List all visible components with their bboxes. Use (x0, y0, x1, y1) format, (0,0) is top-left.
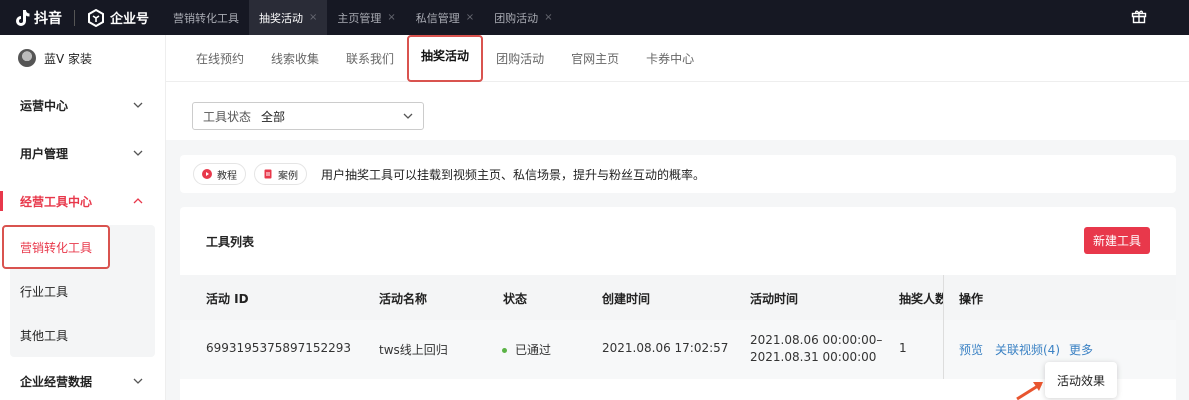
column-header: 操作 (959, 292, 984, 306)
app-name: 抖音 (34, 10, 62, 27)
top-tab-label: 抽奖活动 (259, 11, 304, 25)
more-link[interactable]: 更多 (1069, 341, 1093, 358)
chevron-up-icon (133, 198, 143, 204)
case-label: 案例 (278, 170, 298, 182)
tab-online-booking[interactable]: 在线预约 (196, 50, 244, 67)
status-dot-icon (502, 348, 507, 353)
card-title: 工具列表 (206, 235, 255, 249)
tab-lottery[interactable]: 抽奖活动 (407, 34, 484, 82)
popover-item-activity-effect[interactable]: 活动效果 (1057, 372, 1105, 389)
activity-time-start: 2021.08.06 00:00:00– (750, 333, 883, 347)
user-name: 蓝V 家装 (44, 51, 93, 66)
brand-separator (74, 9, 75, 26)
activity-id: 6993195375897152293 (206, 341, 352, 355)
column-header: 活动时间 (750, 292, 799, 306)
select-value: 全部 (261, 109, 286, 124)
sub-nav: 在线预约 线索收集 联系我们 抽奖活动 团购活动 官网主页 卡券中心 (166, 34, 1189, 82)
tool-list-card: 工具列表 新建工具 活动 ID 活动名称 状态 创建时间 活动时间 抽奖人数 操… (180, 207, 1176, 400)
activity-name: tws线上回归 (379, 343, 448, 357)
tab-official-site[interactable]: 官网主页 (571, 50, 619, 67)
sidebar-item-operations[interactable]: 运营中心 (0, 81, 165, 129)
brand[interactable]: 抖音 企业号 (0, 0, 149, 35)
top-tab-label: 团购活动 (494, 11, 539, 25)
tab-contact-us[interactable]: 联系我们 (346, 50, 394, 67)
chevron-down-icon (133, 102, 143, 108)
column-header: 活动名称 (379, 292, 428, 306)
document-icon (264, 169, 272, 179)
column-header: 创建时间 (602, 292, 651, 306)
top-tab-marketing[interactable]: 营销转化工具 (163, 0, 249, 35)
activity-time-end: 2021.08.31 00:00:00 (750, 350, 877, 364)
link-video-link[interactable]: 关联视频(4) (995, 341, 1060, 358)
close-icon[interactable]: × (309, 12, 317, 23)
sidebar-item-users[interactable]: 用户管理 (0, 129, 165, 177)
avatar (18, 49, 36, 67)
new-tool-button[interactable]: 新建工具 (1084, 227, 1150, 254)
tab-coupon-center[interactable]: 卡券中心 (646, 50, 694, 67)
tab-lead-collection[interactable]: 线索收集 (271, 50, 319, 67)
sidebar-item-business-data[interactable]: 企业经营数据 (0, 357, 165, 400)
filter-bar: 工具状态 全部 (166, 82, 1189, 140)
top-tab-groupbuy[interactable]: 团购活动 × (484, 0, 562, 35)
column-header: 抽奖人数 (899, 292, 943, 306)
preview-link[interactable]: 预览 (959, 341, 983, 358)
sidebar-item-business-tools[interactable]: 经营工具中心 (0, 177, 165, 225)
chevron-down-icon (133, 150, 143, 156)
sidebar-subitem-marketing-tools[interactable]: 营销转化工具 (2, 225, 110, 269)
top-bar: 抖音 企业号 营销转化工具 抽奖活动 × 主页管理 × 私信管理 × 团购活动 … (0, 0, 1189, 35)
top-tab-label: 主页管理 (337, 11, 382, 25)
play-icon (202, 169, 212, 179)
status-badge: 已通过 (502, 341, 551, 358)
gift-icon[interactable] (1131, 8, 1147, 24)
info-bar: 教程 案例 用户抽奖工具可以挂载到视频主页、私信场景，提升与粉丝互动的概率。 (180, 155, 1176, 193)
lottery-count: 1 (899, 341, 907, 355)
sidebar-item-label: 用户管理 (20, 146, 69, 161)
top-tab-homepage[interactable]: 主页管理 × (327, 0, 405, 35)
top-tab-label: 私信管理 (415, 11, 460, 25)
status-text: 已通过 (515, 343, 552, 357)
close-icon[interactable]: × (466, 12, 474, 23)
close-icon[interactable]: × (387, 12, 395, 23)
select-label: 工具状态 (203, 109, 252, 124)
chevron-down-icon (403, 113, 413, 119)
created-time: 2021.08.06 17:02:57 (602, 341, 729, 355)
info-text: 用户抽奖工具可以挂载到视频主页、私信场景，提升与粉丝互动的概率。 (321, 167, 706, 182)
enterprise-label: 企业号 (110, 12, 150, 27)
top-tab-lottery[interactable]: 抽奖活动 × (249, 0, 328, 35)
sidebar-submenu: 营销转化工具 行业工具 其他工具 (2, 225, 155, 357)
douyin-logo-icon (16, 9, 30, 26)
top-tab-messages[interactable]: 私信管理 × (406, 0, 484, 35)
tab-group-buy[interactable]: 团购活动 (496, 50, 544, 67)
tutorial-label: 教程 (217, 170, 237, 182)
tutorial-button[interactable]: 教程 (193, 163, 246, 185)
sidebar-item-label: 经营工具中心 (20, 194, 93, 209)
column-header: 状态 (503, 292, 528, 306)
enterprise-logo-icon (88, 8, 104, 27)
sidebar-subitem-other-tools[interactable]: 其他工具 (10, 313, 155, 357)
table-header: 活动 ID 活动名称 状态 创建时间 活动时间 抽奖人数 操作 (180, 275, 1176, 320)
sidebar: 蓝V 家装 运营中心 用户管理 经营工具中心 营销转化工具 行业工具 其他工具 … (0, 35, 166, 400)
annotation-arrow-icon (1016, 382, 1043, 400)
column-header: 活动 ID (206, 292, 249, 306)
sidebar-item-label: 运营中心 (20, 98, 69, 113)
case-button[interactable]: 案例 (254, 163, 307, 185)
top-tab-label: 营销转化工具 (173, 11, 240, 25)
tool-status-select[interactable]: 工具状态 全部 (192, 102, 424, 130)
table-row: 6993195375897152293 tws线上回归 已通过 2021.08.… (180, 320, 1176, 379)
chevron-down-icon (133, 378, 143, 384)
sidebar-item-label: 企业经营数据 (20, 374, 93, 389)
close-icon[interactable]: × (544, 12, 552, 23)
sidebar-subitem-industry-tools[interactable]: 行业工具 (10, 269, 155, 313)
fixed-column-divider (943, 275, 944, 379)
more-popover: 活动效果 (1045, 362, 1117, 398)
top-tabs: 营销转化工具 抽奖活动 × 主页管理 × 私信管理 × 团购活动 × (163, 0, 563, 35)
account-switcher[interactable]: 蓝V 家装 (0, 35, 165, 81)
